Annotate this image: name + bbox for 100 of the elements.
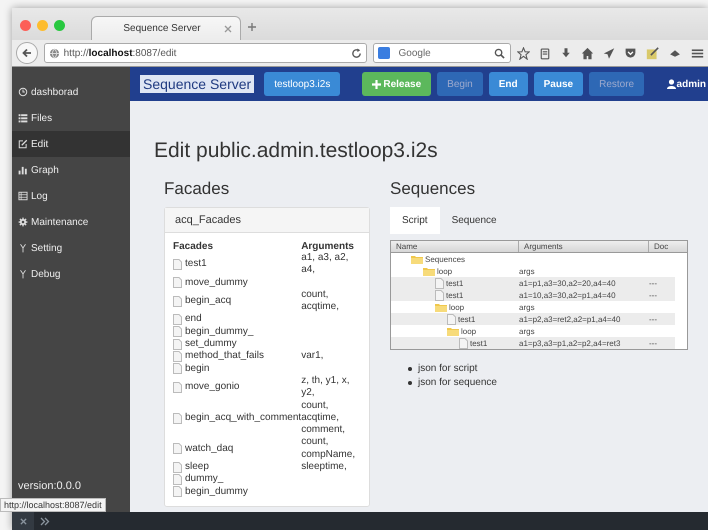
tree-node-name: test1 xyxy=(391,290,519,300)
facade-name: test1 xyxy=(173,258,302,270)
column-header: Facades xyxy=(173,241,214,252)
folder-icon xyxy=(447,326,459,336)
facade-name: begin_dummy xyxy=(173,486,302,498)
user-menu[interactable]: admin xyxy=(666,78,706,90)
tree-row[interactable]: test1 a1=10,a3=30,a2=p1,a4=40 --- xyxy=(391,289,675,301)
close-icon[interactable] xyxy=(20,518,26,524)
tree-row[interactable]: loop args xyxy=(391,325,687,337)
facade-name: sleep xyxy=(173,461,302,474)
document-icon xyxy=(173,462,182,473)
sidebar-item[interactable]: Edit xyxy=(12,131,130,157)
section-heading: Facades xyxy=(164,179,230,199)
search-field[interactable]: Google xyxy=(396,46,490,60)
tree-node-name: test1 xyxy=(391,314,519,324)
facade-name: begin_acq xyxy=(173,295,302,308)
folder-icon xyxy=(423,266,435,276)
tree-row[interactable]: test1 a1=p3,a3=p1,a2=p2,a4=ret3 --- xyxy=(391,337,675,349)
address-bar[interactable]: http://localhost:8087/edit xyxy=(44,43,368,63)
file-button[interactable]: testloop3.i2s xyxy=(264,72,340,96)
tree-node-doc: --- xyxy=(649,338,658,348)
facade-arguments: sleeptime, xyxy=(301,461,348,474)
download-icon[interactable] xyxy=(560,46,572,60)
bullet-icon xyxy=(408,367,412,371)
toolbar-button[interactable]: Pause xyxy=(534,72,584,96)
new-tab-icon[interactable] xyxy=(247,22,257,32)
sidebar-item[interactable]: Log xyxy=(12,183,130,209)
facade-name: set_dummy xyxy=(173,338,302,350)
tree-row[interactable]: Sequences xyxy=(391,253,687,265)
close-icon[interactable] xyxy=(224,24,232,32)
facade-name: begin_acq_with_comment xyxy=(173,412,302,424)
facade-name: begin xyxy=(173,362,302,375)
status-url: http://localhost:8087/edit xyxy=(4,500,102,510)
column-header: Arguments xyxy=(519,241,649,252)
document-icon xyxy=(173,474,182,485)
send-icon[interactable] xyxy=(603,46,615,60)
facade-name: dummy_ xyxy=(173,473,302,486)
sidebar-item[interactable]: dashborad xyxy=(12,79,130,105)
column-header: Name xyxy=(391,241,519,252)
tree-row[interactable]: loop args xyxy=(391,265,687,277)
facade-arguments: a1, a3, a2, a4, xyxy=(301,252,350,277)
browser-tab[interactable]: Sequence Server xyxy=(91,16,241,40)
document-icon xyxy=(173,326,182,338)
user-icon xyxy=(666,79,676,89)
bar-chart-icon xyxy=(18,165,28,175)
tree-row[interactable]: loop args xyxy=(391,301,687,313)
document-icon xyxy=(173,443,182,454)
tab[interactable]: Script xyxy=(390,207,440,234)
tree-node-arguments: args xyxy=(519,266,536,276)
toolbar-button[interactable]: End xyxy=(488,72,528,96)
back-arrow-icon xyxy=(20,47,33,59)
tree-node-name: loop xyxy=(391,266,519,276)
document-icon xyxy=(173,382,182,393)
folder-icon xyxy=(411,254,423,264)
sidebar-item[interactable]: Graph xyxy=(12,157,130,183)
tree-node-arguments: a1=p3,a3=p1,a2=p2,a4=ret3 xyxy=(519,338,622,348)
document-icon xyxy=(173,412,182,424)
tree-node-doc: --- xyxy=(649,314,658,324)
tab[interactable]: Sequence xyxy=(440,207,509,234)
tree-node-arguments: args xyxy=(519,302,536,312)
document-icon xyxy=(173,314,182,326)
tree-node-doc: --- xyxy=(649,278,658,288)
fork-icon xyxy=(18,269,28,279)
edit-icon xyxy=(18,139,28,149)
sidebar-item[interactable]: Files xyxy=(12,105,130,131)
search-box[interactable]: Google xyxy=(373,43,511,63)
chevron-icon[interactable] xyxy=(40,516,50,526)
section-heading: Sequences xyxy=(390,179,476,199)
reload-icon[interactable] xyxy=(351,48,362,58)
facade-name: move_dummy xyxy=(173,276,302,289)
table-icon xyxy=(18,191,28,201)
menu-icon[interactable] xyxy=(691,46,704,60)
document-icon xyxy=(173,258,182,270)
back-button[interactable] xyxy=(16,42,38,64)
star-icon[interactable] xyxy=(517,46,530,60)
page-title: Edit public.admin.testloop3.i2s xyxy=(154,139,439,163)
facade-name: end xyxy=(173,313,302,326)
clipboard-icon[interactable] xyxy=(539,46,551,60)
pocket-icon[interactable] xyxy=(624,46,637,60)
pencil-icon[interactable] xyxy=(646,46,659,60)
tree-row[interactable]: test1 a1=p1,a3=30,a2=20,a4=40 --- xyxy=(391,277,675,289)
list-icon xyxy=(18,113,28,123)
column-header: Arguments xyxy=(301,241,355,252)
json-link[interactable]: json for sequence xyxy=(418,376,497,390)
sidebar-item[interactable]: Maintenance xyxy=(12,209,130,235)
sidebar-item[interactable]: Setting xyxy=(12,235,130,261)
tree-node-arguments: args xyxy=(519,326,536,336)
home-icon[interactable] xyxy=(581,46,594,60)
facade-name: method_that_fails xyxy=(173,350,302,363)
tree-node-name: loop xyxy=(391,326,519,336)
search-icon[interactable] xyxy=(494,48,506,58)
tree-row[interactable]: test1 a1=p2,a3=ret2,a2=p1,a4=40 --- xyxy=(391,313,675,325)
json-link[interactable]: json for script xyxy=(418,362,478,376)
document-icon xyxy=(173,351,182,362)
clock-icon xyxy=(18,87,28,97)
sidebar-item[interactable]: Debug xyxy=(12,261,130,287)
folder-icon xyxy=(435,302,447,312)
facade-name: move_gonio xyxy=(173,381,302,394)
brand-logo[interactable]: Sequence Server xyxy=(140,75,254,93)
column-header: Doc xyxy=(653,241,670,252)
